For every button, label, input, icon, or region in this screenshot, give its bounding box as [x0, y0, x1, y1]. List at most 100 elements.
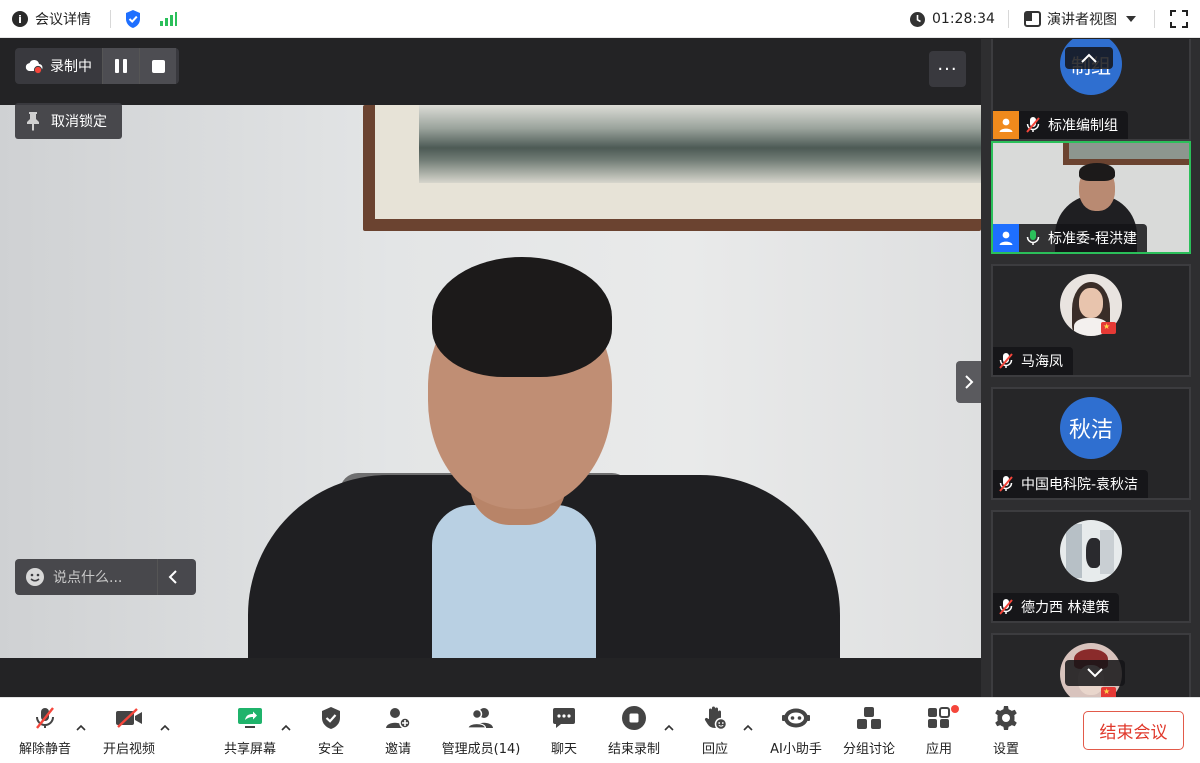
mic-muted-icon — [993, 470, 1019, 498]
unmute-label: 解除静音 — [18, 742, 71, 757]
participant-tile[interactable]: 制组 标准编制组 — [991, 39, 1191, 141]
participant-name: 中国电科院-袁秋洁 — [1021, 477, 1139, 493]
top-bar: i 会议详情 01:28:34 演讲者视图 — [0, 0, 1200, 38]
reactions-label: 回应 — [701, 742, 728, 757]
mic-muted-icon — [36, 707, 54, 729]
chevron-left-icon[interactable] — [158, 567, 188, 587]
participant-name-tag: 马海凤 — [993, 347, 1073, 375]
emoji-icon[interactable] — [25, 567, 45, 587]
end-meeting-button[interactable]: 结束会议 — [1083, 711, 1184, 750]
unmute-button[interactable]: 解除静音 — [14, 698, 76, 763]
share-screen-button[interactable]: 共享屏幕 — [219, 698, 281, 763]
mic-active-icon — [1022, 224, 1044, 252]
scroll-down-button[interactable] — [1065, 660, 1125, 686]
participant-name: 德力西 林建策 — [1021, 600, 1110, 616]
clock-icon — [910, 11, 925, 27]
ai-assistant-button[interactable]: AI小助手 — [765, 698, 827, 763]
participant-tile[interactable]: 德力西 林建策 — [991, 510, 1191, 623]
divider — [1008, 10, 1009, 28]
invite-user-icon — [386, 708, 411, 729]
flag-icon: ★ — [1101, 322, 1116, 334]
pause-icon — [115, 59, 127, 73]
shield-icon — [322, 707, 340, 729]
end-recording-button[interactable]: 结束录制 — [604, 698, 664, 763]
chat-input[interactable]: 说点什么... — [53, 567, 153, 587]
participant-tile[interactable]: 秋洁 中国电科院-袁秋洁 — [991, 387, 1191, 500]
chevron-right-icon — [965, 375, 974, 389]
notification-dot — [951, 705, 959, 713]
timer-text: 01:28:34 — [932, 11, 995, 27]
participant-name: 标准委-程洪建 — [1048, 231, 1138, 247]
unpin-label: 取消锁定 — [51, 114, 107, 130]
divider — [110, 10, 111, 28]
chat-icon — [553, 708, 575, 728]
more-options-button[interactable]: ··· — [929, 51, 966, 87]
participant-tile[interactable]: ★ — [991, 633, 1191, 697]
start-video-label: 开启视频 — [102, 742, 155, 757]
apps-grid-icon — [928, 707, 950, 728]
chevron-up-icon[interactable] — [75, 722, 87, 734]
unpin-button[interactable]: 取消锁定 — [15, 103, 122, 139]
meeting-details-button[interactable]: i 会议详情 — [12, 0, 91, 38]
chevron-up-icon[interactable] — [159, 722, 171, 734]
cohost-badge-icon — [993, 224, 1019, 252]
chevron-up-icon[interactable] — [280, 722, 292, 734]
end-recording-label: 结束录制 — [607, 742, 660, 757]
info-icon: i — [12, 11, 28, 27]
main-video-stage: 录制中 ··· 取消锁定 说点什么... — [0, 39, 988, 697]
network-signal-icon[interactable] — [159, 0, 177, 38]
quick-chat-bar: 说点什么... — [15, 559, 196, 595]
chevron-up-icon[interactable] — [663, 722, 675, 734]
chat-button[interactable]: 聊天 — [539, 698, 589, 763]
participant-name-tag: 标准委-程洪建 — [993, 224, 1148, 252]
chevron-up-icon[interactable] — [742, 722, 754, 734]
reactions-button[interactable]: 回应 — [690, 698, 740, 763]
chevron-down-icon — [1087, 668, 1103, 678]
settings-label: 设置 — [992, 742, 1019, 757]
chevron-down-icon — [1126, 16, 1136, 22]
participant-tile[interactable]: ★ 马海凤 — [991, 264, 1191, 377]
recording-indicator: 录制中 — [15, 48, 179, 84]
recording-label: 录制中 — [50, 59, 92, 75]
invite-button[interactable]: 邀请 — [373, 698, 423, 763]
view-mode-dropdown[interactable]: 演讲者视图 — [1024, 0, 1137, 38]
breakout-label: 分组讨论 — [842, 742, 895, 757]
divider — [1154, 10, 1155, 28]
start-video-button[interactable]: 开启视频 — [98, 698, 160, 763]
manage-members-label: 管理成员(14) — [441, 742, 521, 757]
cloud-record-icon — [25, 60, 43, 74]
participant-name-tag: 德力西 林建策 — [993, 593, 1120, 621]
participant-sidebar: 制组 标准编制组 标准委-程洪建 — [981, 39, 1200, 697]
scroll-up-button[interactable] — [1065, 47, 1113, 69]
host-badge-icon — [993, 111, 1019, 139]
stop-recording-button[interactable] — [139, 48, 176, 84]
stop-icon — [151, 59, 165, 73]
security-button[interactable]: 安全 — [306, 698, 356, 763]
breakout-button[interactable]: 分组讨论 — [839, 698, 899, 763]
mic-muted-icon — [993, 593, 1019, 621]
manage-members-button[interactable]: 管理成员(14) — [440, 698, 522, 763]
gear-icon — [995, 706, 1017, 730]
more-icon: ··· — [937, 58, 958, 80]
avatar — [1060, 520, 1122, 582]
pause-recording-button[interactable] — [102, 48, 139, 84]
wall-painting — [363, 105, 981, 231]
stop-record-icon — [622, 706, 646, 730]
raise-hand-icon — [704, 706, 728, 731]
flag-icon: ★ — [1101, 687, 1116, 697]
members-icon — [467, 708, 493, 729]
chat-label: 聊天 — [550, 742, 577, 757]
participant-tile-active[interactable]: 标准委-程洪建 — [991, 141, 1191, 254]
fullscreen-icon — [1170, 10, 1188, 28]
mic-muted-icon — [1022, 111, 1044, 139]
participant-name-tag: 标准编制组 — [993, 111, 1128, 139]
security-shield-icon[interactable] — [124, 0, 142, 38]
invite-label: 邀请 — [384, 742, 411, 757]
share-screen-label: 共享屏幕 — [223, 742, 276, 757]
ai-assistant-label: AI小助手 — [770, 742, 822, 757]
settings-button[interactable]: 设置 — [981, 698, 1031, 763]
fullscreen-button[interactable] — [1170, 0, 1188, 38]
collapse-sidebar-button[interactable] — [956, 361, 982, 403]
meeting-details-label: 会议详情 — [35, 12, 91, 28]
apps-label: 应用 — [925, 742, 952, 757]
